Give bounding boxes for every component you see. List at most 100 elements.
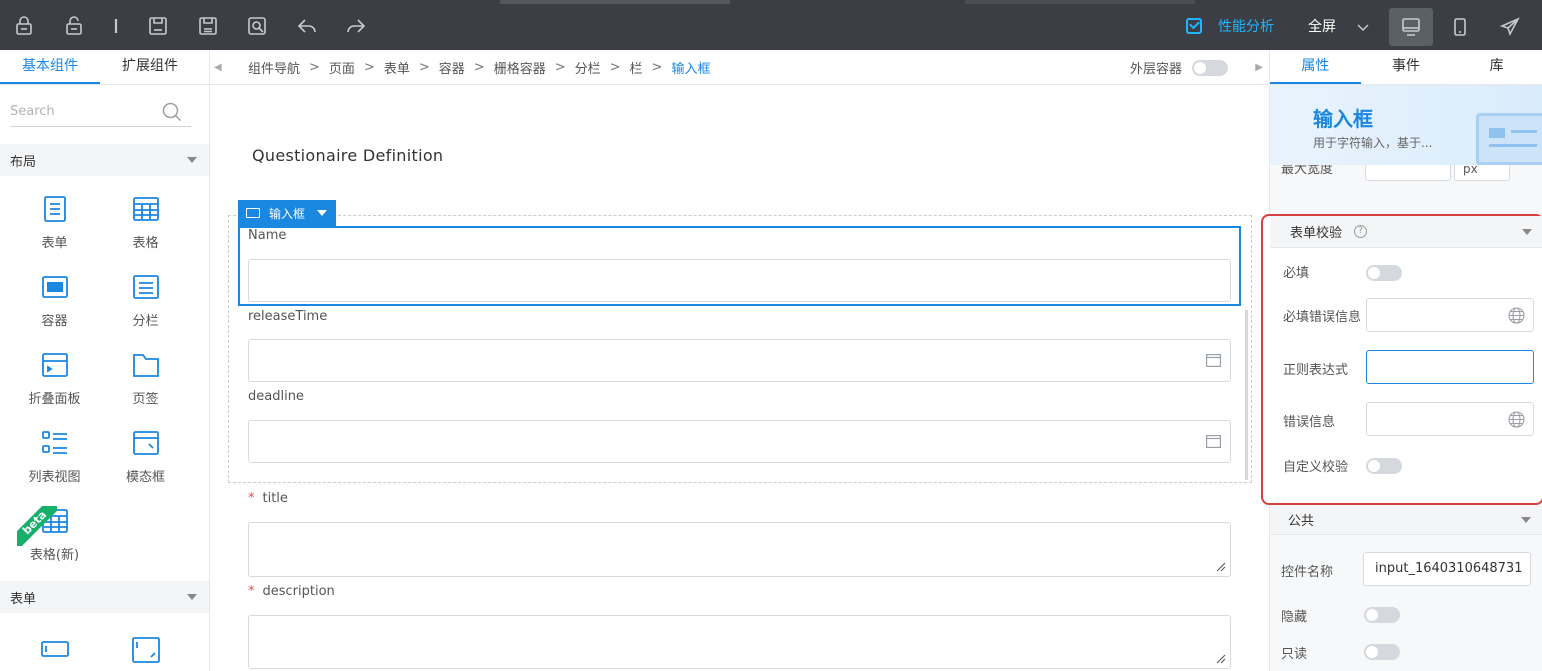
required-switch[interactable]	[1366, 265, 1402, 281]
public-section-title: 公共	[1288, 514, 1315, 529]
validation-header[interactable]: 表单校验 ?	[1270, 216, 1542, 248]
tab-properties[interactable]: 属性	[1270, 50, 1361, 84]
component-table[interactable]: 表格	[100, 194, 191, 251]
name-input[interactable]	[248, 259, 1231, 302]
validation-title: 表单校验	[1290, 226, 1343, 241]
search-icon[interactable]	[161, 101, 183, 123]
cursor-icon[interactable]	[104, 14, 128, 38]
regex-input[interactable]	[1366, 350, 1534, 384]
hidden-switch[interactable]	[1364, 607, 1400, 623]
design-canvas: ◀ 组件导航 > 页面 > 表单 > 容器 > 栅格容器 > 分栏 > 栏 > 输入框 外层容…	[210, 50, 1269, 671]
component-tabs[interactable]: 页签	[100, 350, 191, 407]
undo-icon[interactable]	[295, 14, 319, 38]
form-title: Questionaire Definition	[252, 146, 444, 165]
max-width-input[interactable]	[1365, 165, 1451, 181]
required-label: 必填	[1283, 266, 1310, 281]
calendar-icon[interactable]	[1206, 354, 1222, 368]
component-container[interactable]: 容器	[9, 272, 100, 329]
component-modal[interactable]: 模态框	[100, 428, 191, 485]
scroll-right-icon[interactable]: ▶	[1255, 62, 1263, 73]
scroll-left-icon[interactable]: ◀	[214, 62, 222, 73]
description-textarea[interactable]	[248, 615, 1231, 669]
component-columns[interactable]: 分栏	[100, 272, 191, 329]
component-label: 容器	[41, 314, 68, 329]
tab-events[interactable]: 事件	[1361, 50, 1452, 84]
resize-handle-icon[interactable]	[1216, 562, 1226, 572]
breadcrumb-separator-icon: >	[554, 60, 566, 75]
release-time-input[interactable]	[248, 339, 1231, 382]
section-layout-label: 布局	[10, 154, 37, 170]
breadcrumb-item[interactable]: 组件导航	[248, 58, 300, 77]
breadcrumb-item[interactable]: 分栏	[575, 58, 601, 77]
input-icon	[246, 208, 260, 218]
public-section-header[interactable]: 公共	[1270, 505, 1542, 535]
field-label-release-time: releaseTime	[248, 309, 328, 324]
required-mark: *	[248, 584, 255, 599]
custom-validation-switch[interactable]	[1366, 458, 1402, 474]
error-msg-input[interactable]	[1366, 402, 1534, 436]
resize-handle-icon[interactable]	[1216, 654, 1226, 664]
lock-icon[interactable]	[12, 14, 36, 38]
help-icon[interactable]: ?	[1354, 225, 1368, 238]
tab-basic-components[interactable]: 基本组件	[0, 50, 100, 84]
outer-container-label: 外层容器	[1130, 62, 1183, 77]
globe-icon[interactable]	[1508, 307, 1525, 324]
field-label-description-text: description	[262, 584, 335, 599]
field-label-description: * description	[248, 584, 335, 599]
save-as-icon[interactable]	[196, 14, 220, 38]
mobile-view-button[interactable]	[1438, 8, 1482, 46]
calendar-icon[interactable]	[1206, 435, 1222, 449]
collapse-panel-icon	[40, 350, 70, 380]
save-icon[interactable]	[146, 14, 170, 38]
selected-component-label: 输入框	[269, 206, 306, 221]
tab-extended-components[interactable]: 扩展组件	[100, 50, 200, 84]
breadcrumb-separator-icon: >	[473, 60, 485, 75]
breadcrumb-item[interactable]: 页面	[329, 58, 355, 77]
field-label-title-text: title	[262, 491, 288, 506]
top-toolbar: 性能分析 全屏	[0, 0, 1542, 50]
search-input[interactable]	[10, 97, 160, 125]
publish-button[interactable]	[1488, 8, 1532, 46]
monitor-icon	[1402, 18, 1420, 36]
tab-library[interactable]: 库	[1451, 50, 1542, 84]
column-scrollbar[interactable]	[1245, 310, 1248, 480]
component-form[interactable]: 表单	[9, 194, 100, 251]
redo-icon[interactable]	[344, 14, 368, 38]
fullscreen-button[interactable]: 全屏	[1308, 16, 1336, 36]
outer-container-switch[interactable]	[1192, 59, 1229, 76]
control-name-input[interactable]: input_1640310648731	[1363, 552, 1531, 586]
breadcrumb-item[interactable]: 表单	[384, 58, 410, 77]
deadline-input[interactable]	[248, 420, 1231, 463]
breadcrumb: 组件导航 > 页面 > 表单 > 容器 > 栅格容器 > 分栏 > 栏 > 输入框	[248, 58, 710, 77]
breadcrumb-item[interactable]: 栏	[630, 58, 643, 77]
caret-down-icon[interactable]	[317, 210, 328, 216]
chevron-down-icon[interactable]	[1356, 20, 1370, 34]
preview-icon[interactable]	[245, 14, 269, 38]
desktop-view-button[interactable]	[1389, 8, 1433, 46]
caret-down-icon	[1522, 229, 1532, 235]
input-icon[interactable]	[40, 635, 70, 665]
caret-down-icon	[187, 594, 197, 600]
component-list-view[interactable]: 列表视图	[9, 428, 100, 485]
max-width-unit-select[interactable]: px	[1454, 165, 1510, 181]
required-msg-input[interactable]	[1366, 298, 1534, 332]
breadcrumb-item[interactable]: 栅格容器	[494, 58, 546, 77]
section-layout[interactable]: 布局	[0, 144, 209, 176]
error-msg-label: 错误信息	[1283, 415, 1336, 430]
breadcrumb-item[interactable]: 容器	[439, 58, 465, 77]
globe-icon[interactable]	[1508, 411, 1525, 428]
component-table-new[interactable]: beta 表格(新)	[9, 506, 100, 563]
section-form[interactable]: 表单	[0, 581, 209, 613]
title-textarea[interactable]	[248, 522, 1231, 577]
selected-component-tag[interactable]: 输入框	[238, 200, 336, 226]
unlock-icon[interactable]	[62, 14, 86, 38]
property-panel: 属性 事件 库 最大宽度 px 输入框 用于字符输入，基于... 表单校验 ? …	[1261, 50, 1542, 671]
performance-analysis-toggle[interactable]: 性能分析	[1186, 14, 1274, 38]
hidden-label: 隐藏	[1281, 610, 1308, 625]
component-label: 表单	[41, 236, 68, 251]
textarea-icon[interactable]	[131, 635, 161, 665]
toolbar-strip	[965, 0, 1195, 4]
component-collapse-panel[interactable]: 折叠面板	[9, 350, 100, 407]
readonly-switch[interactable]	[1364, 644, 1400, 660]
breadcrumb-current: 输入框	[671, 62, 711, 77]
